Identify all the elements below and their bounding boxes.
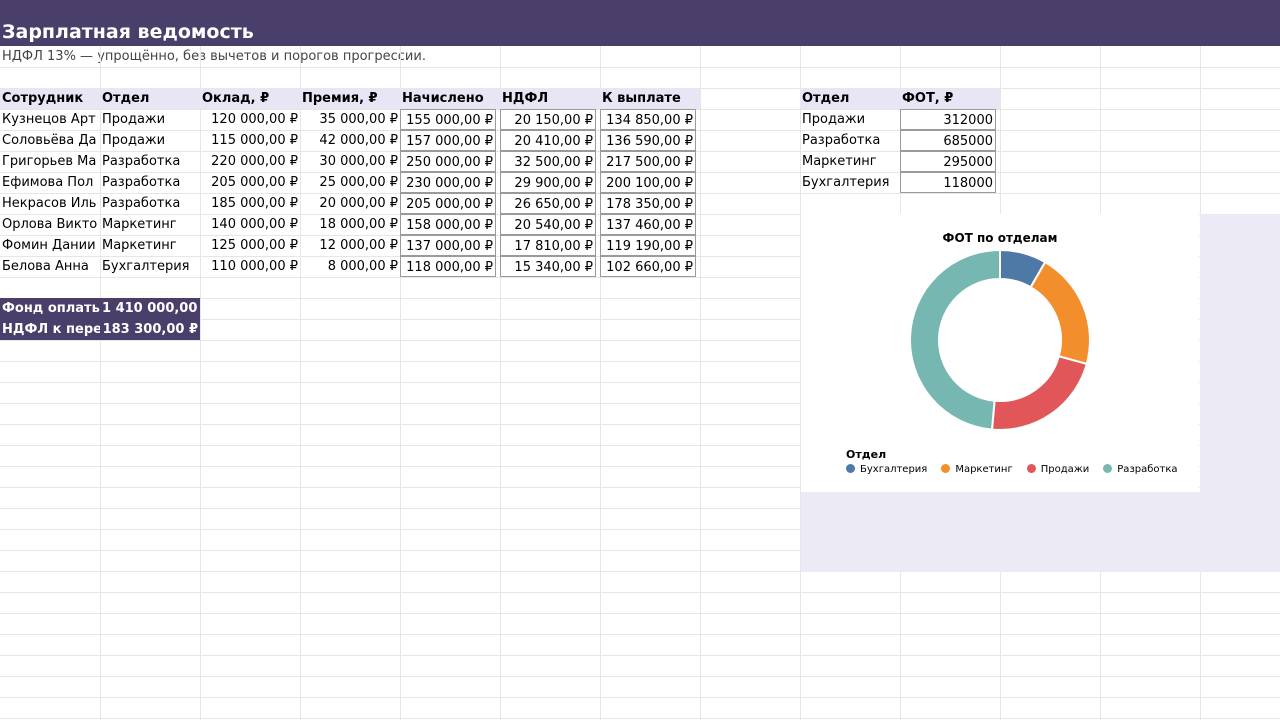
table-cell[interactable]: 12 000,00 ₽ (300, 235, 400, 256)
table-cell[interactable]: Разработка (100, 172, 200, 193)
header-cell[interactable]: Оклад, ₽ (200, 88, 300, 109)
table-cell[interactable]: 30 000,00 ₽ (300, 151, 400, 172)
table-cell[interactable]: Маркетинг (100, 235, 200, 256)
dept-cell[interactable]: 295000 (900, 151, 996, 172)
summary-cell[interactable]: НДФЛ к пере (0, 319, 100, 340)
table-cell[interactable]: 137 000,00 ₽ (400, 235, 496, 256)
table-cell[interactable]: 29 900,00 ₽ (500, 172, 596, 193)
table-cell[interactable]: 42 000,00 ₽ (300, 130, 400, 151)
dept-cell[interactable]: Продажи (800, 109, 900, 130)
legend-item[interactable]: Разработка (1103, 464, 1178, 475)
table-cell[interactable]: 125 000,00 ₽ (200, 235, 300, 256)
table-cell[interactable]: 185 000,00 ₽ (200, 193, 300, 214)
dept-header-cell[interactable]: Отдел (800, 88, 900, 109)
table-cell[interactable]: 230 000,00 ₽ (400, 172, 496, 193)
legend-item[interactable]: Продажи (1026, 464, 1090, 475)
table-cell[interactable]: 205 000,00 ₽ (200, 172, 300, 193)
legend-swatch (1103, 464, 1113, 473)
table-cell[interactable]: Фомин Дании (0, 235, 100, 256)
chart-legend: Бухгалтерия Маркетинг Продажи Разработка (846, 464, 1192, 475)
legend-label: Продажи (1040, 464, 1090, 475)
table-cell[interactable]: Некрасов Иль (0, 193, 100, 214)
table-cell[interactable]: Григорьев Ма (0, 151, 100, 172)
legend-title: Отдел (846, 448, 887, 461)
summary-cell[interactable]: Фонд оплаты (0, 298, 100, 319)
table-cell[interactable]: 102 660,00 ₽ (600, 256, 696, 277)
header-cell[interactable]: К выплате (600, 88, 700, 109)
table-cell[interactable]: 205 000,00 ₽ (400, 193, 496, 214)
table-cell[interactable]: 119 190,00 ₽ (600, 235, 696, 256)
table-cell[interactable]: 136 590,00 ₽ (600, 130, 696, 151)
table-cell[interactable]: 134 850,00 ₽ (600, 109, 696, 130)
sheet-title: Зарплатная ведомость (2, 21, 254, 43)
header-cell[interactable]: Отдел (100, 88, 200, 109)
table-cell[interactable]: 20 410,00 ₽ (500, 130, 596, 151)
legend-label: Бухгалтерия (860, 464, 928, 475)
table-cell[interactable]: Белова Анна (0, 256, 100, 277)
table-cell[interactable]: 20 150,00 ₽ (500, 109, 596, 130)
table-cell[interactable]: 8 000,00 ₽ (300, 256, 400, 277)
legend-swatch (846, 464, 855, 473)
donut-slice-2[interactable] (990, 355, 1088, 431)
table-cell[interactable]: 120 000,00 ₽ (200, 109, 300, 130)
chart-selection-shade-right (1200, 214, 1280, 492)
dept-cell[interactable]: 118000 (900, 172, 996, 193)
dept-cell[interactable]: 312000 (900, 109, 996, 130)
table-cell[interactable]: 118 000,00 ₽ (400, 256, 496, 277)
header-cell[interactable]: Премия, ₽ (300, 88, 400, 109)
legend-item[interactable]: Маркетинг (941, 464, 1013, 475)
dept-cell[interactable]: Бухгалтерия (800, 172, 900, 193)
dept-cell[interactable]: Маркетинг (800, 151, 900, 172)
table-cell[interactable]: 17 810,00 ₽ (500, 235, 596, 256)
table-cell[interactable]: 26 650,00 ₽ (500, 193, 596, 214)
legend-item[interactable]: Бухгалтерия (846, 464, 927, 475)
table-cell[interactable]: Кузнецов Арт (0, 109, 100, 130)
dept-cell[interactable]: Разработка (800, 130, 900, 151)
table-cell[interactable]: 20 000,00 ₽ (300, 193, 400, 214)
table-cell[interactable]: 250 000,00 ₽ (400, 151, 496, 172)
header-cell[interactable]: НДФЛ (500, 88, 600, 109)
table-cell[interactable]: 35 000,00 ₽ (300, 109, 400, 130)
table-cell[interactable]: Разработка (100, 193, 200, 214)
table-cell[interactable]: Продажи (100, 130, 200, 151)
table-cell[interactable]: 217 500,00 ₽ (600, 151, 696, 172)
header-cell[interactable]: Начислено (400, 88, 500, 109)
table-cell[interactable]: Маркетинг (100, 214, 200, 235)
donut-slice-3[interactable] (908, 248, 1001, 431)
table-cell[interactable]: 15 340,00 ₽ (500, 256, 596, 277)
summary-cell[interactable]: 183 300,00 ₽ (100, 319, 200, 340)
table-cell[interactable]: 158 000,00 ₽ (400, 214, 496, 235)
table-cell[interactable]: 220 000,00 ₽ (200, 151, 300, 172)
legend-swatch (1026, 464, 1036, 473)
table-cell[interactable]: Соловьёва Да (0, 130, 100, 151)
dept-cell[interactable]: 685000 (900, 130, 996, 151)
table-cell[interactable]: Разработка (100, 151, 200, 172)
table-cell[interactable]: 110 000,00 ₽ (200, 256, 300, 277)
table-cell[interactable]: 178 350,00 ₽ (600, 193, 696, 214)
table-cell[interactable]: Орлова Викто (0, 214, 100, 235)
table-cell[interactable]: 140 000,00 ₽ (200, 214, 300, 235)
table-cell[interactable]: 137 460,00 ₽ (600, 214, 696, 235)
table-cell[interactable]: Бухгалтерия (100, 256, 200, 277)
header-cell[interactable]: Сотрудник (0, 88, 100, 109)
summary-cell[interactable]: 1 410 000,00 ₽ (100, 298, 200, 319)
table-cell[interactable]: 200 100,00 ₽ (600, 172, 696, 193)
donut-slice-1[interactable] (1029, 260, 1091, 366)
legend-swatch (941, 464, 951, 473)
table-cell[interactable]: 20 540,00 ₽ (500, 214, 596, 235)
dept-header-cell[interactable]: ФОТ, ₽ (900, 88, 1000, 109)
table-cell[interactable]: 32 500,00 ₽ (500, 151, 596, 172)
table-cell[interactable]: 25 000,00 ₽ (300, 172, 400, 193)
legend-label: Маркетинг (955, 464, 1013, 475)
table-cell[interactable]: 155 000,00 ₽ (400, 109, 496, 130)
chart-selection-shade-bottom (801, 492, 1280, 572)
chart-fot-by-dept[interactable]: ФОТ по отделам Отдел Бухгалтерия Маркетин… (801, 214, 1199, 492)
table-cell[interactable]: Продажи (100, 109, 200, 130)
table-cell[interactable]: 18 000,00 ₽ (300, 214, 400, 235)
table-cell[interactable]: 157 000,00 ₽ (400, 130, 496, 151)
table-cell[interactable]: Ефимова Пол (0, 172, 100, 193)
table-cell[interactable]: 115 000,00 ₽ (200, 130, 300, 151)
legend-label: Разработка (1117, 464, 1178, 475)
